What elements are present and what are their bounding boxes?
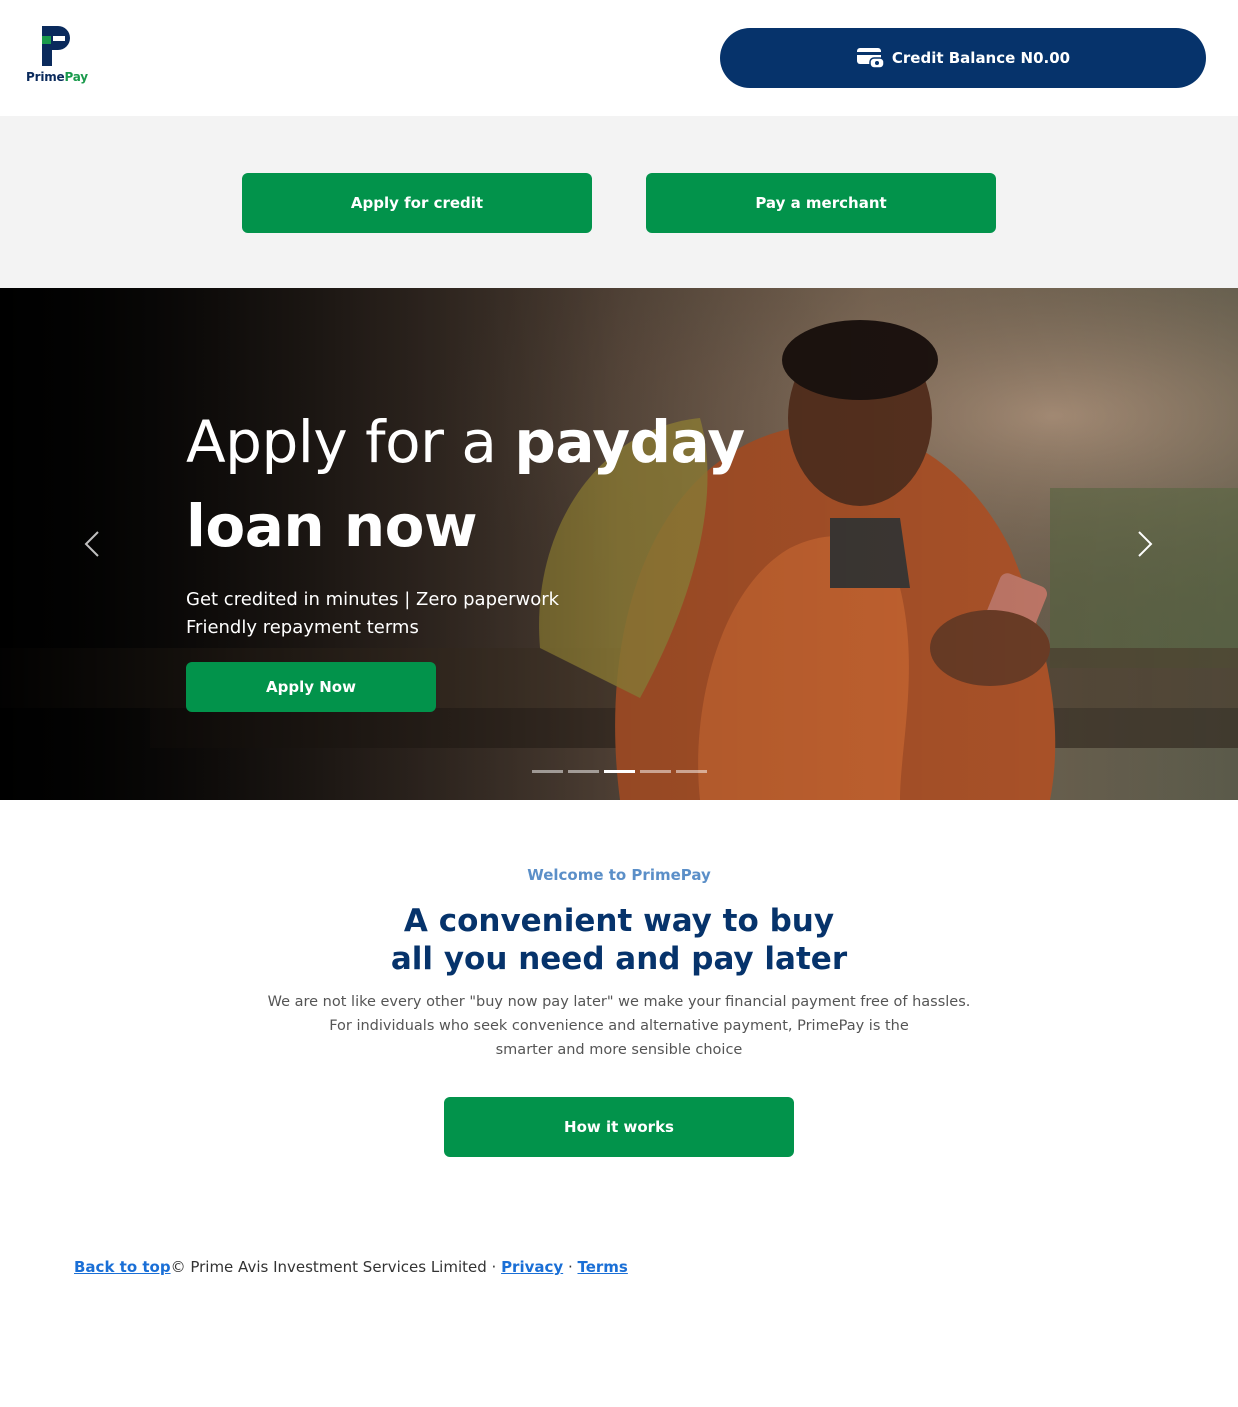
copyright-text: © Prime Avis Investment Services Limited… [170, 1258, 502, 1276]
carousel-dot[interactable] [568, 770, 599, 773]
carousel-dot[interactable] [676, 770, 707, 773]
welcome-title-line: A convenient way to buy [403, 903, 835, 939]
carousel-indicators [532, 770, 707, 773]
credit-balance-button[interactable]: Credit Balance N0.00 [720, 28, 1206, 88]
hero-subtitle-line: Friendly repayment terms [186, 617, 419, 638]
welcome-description-line: For individuals who seek convenience and… [329, 1018, 909, 1034]
site-footer: Back to top© Prime Avis Investment Servi… [74, 1258, 628, 1276]
back-to-top-link[interactable]: Back to top [74, 1258, 171, 1276]
carousel-dot[interactable] [532, 770, 563, 773]
logo-wordmark: PrimePay [26, 70, 88, 84]
wallet-card-icon [856, 48, 885, 69]
apply-now-button[interactable]: Apply Now [186, 662, 436, 712]
welcome-description-line: We are not like every other "buy now pay… [267, 994, 971, 1010]
welcome-kicker: Welcome to PrimePay [527, 866, 711, 884]
welcome-title: A convenient way to buy all you need and… [0, 902, 1238, 978]
terms-link[interactable]: Terms [577, 1258, 627, 1276]
chevron-left-icon[interactable] [80, 526, 104, 562]
footer-separator: · [563, 1258, 578, 1276]
site-header: PrimePay Credit Balance N0.00 [0, 0, 1238, 116]
carousel-dot[interactable] [640, 770, 671, 773]
how-it-works-button[interactable]: How it works [444, 1097, 794, 1157]
carousel-dot-active[interactable] [604, 770, 635, 773]
credit-balance-label: Credit Balance N0.00 [891, 49, 1071, 67]
primepay-logo[interactable]: PrimePay [26, 24, 88, 88]
apply-for-credit-button[interactable]: Apply for credit [242, 173, 592, 233]
hero-subtitle: Get credited in minutes | Zero paperwork… [186, 586, 559, 642]
chevron-right-icon[interactable] [1133, 526, 1157, 562]
welcome-description: We are not like every other "buy now pay… [0, 990, 1238, 1062]
pay-merchant-button[interactable]: Pay a merchant [646, 173, 996, 233]
welcome-description-line: smarter and more sensible choice [495, 1042, 743, 1058]
hero-subtitle-line: Get credited in minutes | Zero paperwork [186, 589, 560, 610]
hero-headline: Apply for a payday loan now [186, 408, 745, 560]
privacy-link[interactable]: Privacy [501, 1258, 563, 1276]
welcome-title-line: all you need and pay later [390, 941, 848, 977]
hero-carousel: Apply for a payday loan now Get credited … [0, 288, 1238, 800]
primepay-logo-mark-icon [42, 26, 70, 66]
quick-actions-band: Apply for credit Pay a merchant [0, 116, 1238, 288]
